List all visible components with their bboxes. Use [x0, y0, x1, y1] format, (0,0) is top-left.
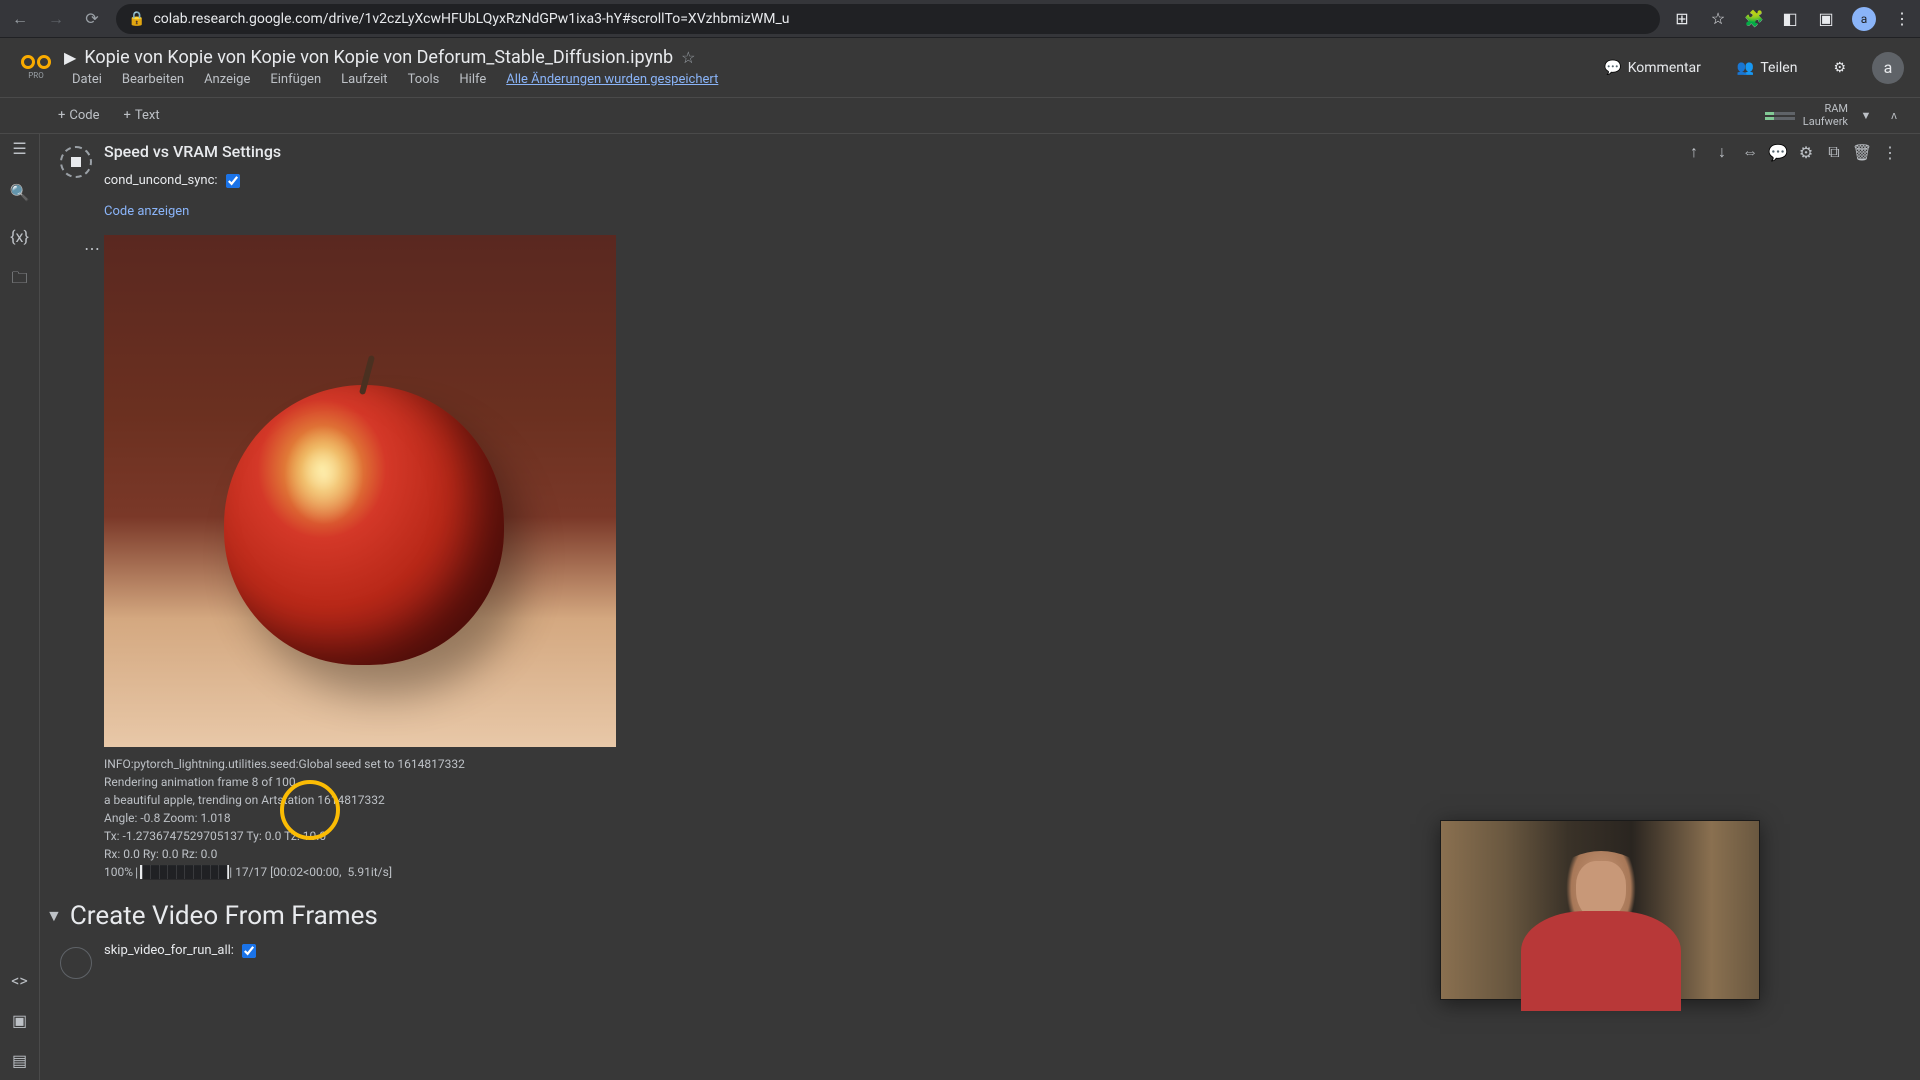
forward-button[interactable]: → [44, 7, 68, 31]
pro-badge: PRO [28, 71, 43, 80]
back-button[interactable]: ← [8, 7, 32, 31]
menu-tools[interactable]: Tools [400, 70, 448, 89]
toc-icon[interactable]: ☰ [10, 138, 30, 158]
section-title: Create Video From Frames [70, 901, 378, 931]
comment-cell-icon[interactable]: 💬 [1766, 140, 1790, 164]
skip-video-checkbox[interactable] [242, 944, 256, 958]
extensions-icon[interactable]: 🧩 [1744, 9, 1764, 29]
variables-icon[interactable]: {x} [10, 226, 30, 246]
resource-indicator[interactable]: RAM Laufwerk ▼ [1765, 103, 1876, 127]
menu-insert[interactable]: Einfügen [262, 70, 329, 89]
code-cell: ↑ ↓ ⇔ 💬 ⚙ ⧉ 🗑 ⋮ Speed vs VRAM Settings c… [56, 142, 1904, 219]
comment-icon: 💬 [1604, 60, 1621, 76]
delete-cell-icon[interactable]: 🗑 [1850, 140, 1874, 164]
param-label: skip_video_for_run_all: [104, 943, 234, 958]
share-icon: 👥 [1737, 60, 1754, 76]
reload-button[interactable]: ⟳ [80, 7, 104, 31]
profile-avatar[interactable]: a [1852, 7, 1876, 31]
webcam-overlay [1440, 820, 1760, 1000]
add-code-button[interactable]: + Code [50, 104, 108, 127]
mirror-cell-icon[interactable]: ⧉ [1822, 140, 1846, 164]
bookmark-star-icon[interactable]: ☆ [1708, 9, 1728, 29]
left-sidebar: ☰ 🔍 {x} 🗀 <> ▣ ▤ [0, 134, 40, 1080]
collapse-up-button[interactable]: ʌ [1884, 106, 1904, 126]
show-code-link[interactable]: Code anzeigen [104, 204, 189, 219]
colab-header: PRO ▶ Kopie von Kopie von Kopie von Kopi… [0, 38, 1920, 98]
tab-icon[interactable]: ▣ [1816, 9, 1836, 29]
cell-toolbar: ↑ ↓ ⇔ 💬 ⚙ ⧉ 🗑 ⋮ [1680, 138, 1904, 166]
menu-file[interactable]: Datei [64, 70, 110, 89]
run-cell-button[interactable] [60, 947, 92, 979]
output-cell: ⋯ INFO:pytorch_lightning.utilities.seed:… [104, 235, 1904, 881]
url-text: colab.research.google.com/drive/1v2czLyX… [153, 11, 789, 27]
plus-icon: + [124, 108, 131, 123]
lock-icon: 🔒 [128, 11, 145, 27]
move-down-icon[interactable]: ↓ [1710, 140, 1734, 164]
add-text-button[interactable]: + Text [116, 104, 168, 127]
ram-label: RAM [1803, 103, 1848, 115]
output-menu-icon[interactable]: ⋯ [84, 239, 100, 258]
notebook-title[interactable]: Kopie von Kopie von Kopie von Kopie von … [84, 47, 673, 68]
drive-icon: ▶ [64, 48, 76, 67]
plus-icon: + [58, 108, 65, 123]
menu-dots-icon[interactable]: ⋮ [1892, 9, 1912, 29]
menu-view[interactable]: Anzeige [196, 70, 258, 89]
move-up-icon[interactable]: ↑ [1682, 140, 1706, 164]
command-palette-icon[interactable]: ▤ [10, 1050, 30, 1070]
colab-logo[interactable]: PRO [16, 48, 56, 88]
saved-message-link[interactable]: Alle Änderungen wurden gespeichert [498, 70, 726, 89]
disk-label: Laufwerk [1803, 116, 1848, 128]
param-label: cond_uncond_sync: [104, 173, 218, 188]
menu-help[interactable]: Hilfe [451, 70, 494, 89]
settings-cell-icon[interactable]: ⚙ [1794, 140, 1818, 164]
link-icon[interactable]: ⇔ [1738, 140, 1762, 164]
side-panel-icon[interactable]: ◧ [1780, 9, 1800, 29]
install-icon[interactable]: ⊞ [1672, 9, 1692, 29]
settings-gear-icon[interactable]: ⚙ [1823, 54, 1856, 82]
menu-runtime[interactable]: Laufzeit [333, 70, 395, 89]
more-cell-icon[interactable]: ⋮ [1878, 140, 1902, 164]
toolbar: + Code + Text RAM Laufwerk ▼ ʌ [0, 98, 1920, 134]
header-avatar[interactable]: a [1872, 52, 1904, 84]
share-button[interactable]: 👥 Teilen [1727, 54, 1808, 82]
section-collapse-icon[interactable]: ▼ [46, 906, 62, 926]
comment-button[interactable]: 💬 Kommentar [1594, 54, 1711, 82]
cond-uncond-sync-checkbox[interactable] [226, 174, 240, 188]
search-icon[interactable]: 🔍 [10, 182, 30, 202]
terminal-icon[interactable]: ▣ [10, 1010, 30, 1030]
cell-title: Speed vs VRAM Settings [104, 142, 1904, 161]
resource-dropdown-icon[interactable]: ▼ [1856, 106, 1876, 126]
menu-edit[interactable]: Bearbeiten [114, 70, 192, 89]
url-bar[interactable]: 🔒 colab.research.google.com/drive/1v2czL… [116, 4, 1660, 34]
output-image [104, 235, 616, 747]
browser-chrome-bar: ← → ⟳ 🔒 colab.research.google.com/drive/… [0, 0, 1920, 38]
menu-bar: Datei Bearbeiten Anzeige Einfügen Laufze… [64, 70, 1586, 89]
star-icon[interactable]: ☆ [681, 48, 695, 67]
files-icon[interactable]: 🗀 [10, 270, 30, 290]
run-cell-button[interactable] [60, 146, 92, 178]
code-snippets-icon[interactable]: <> [10, 970, 30, 990]
